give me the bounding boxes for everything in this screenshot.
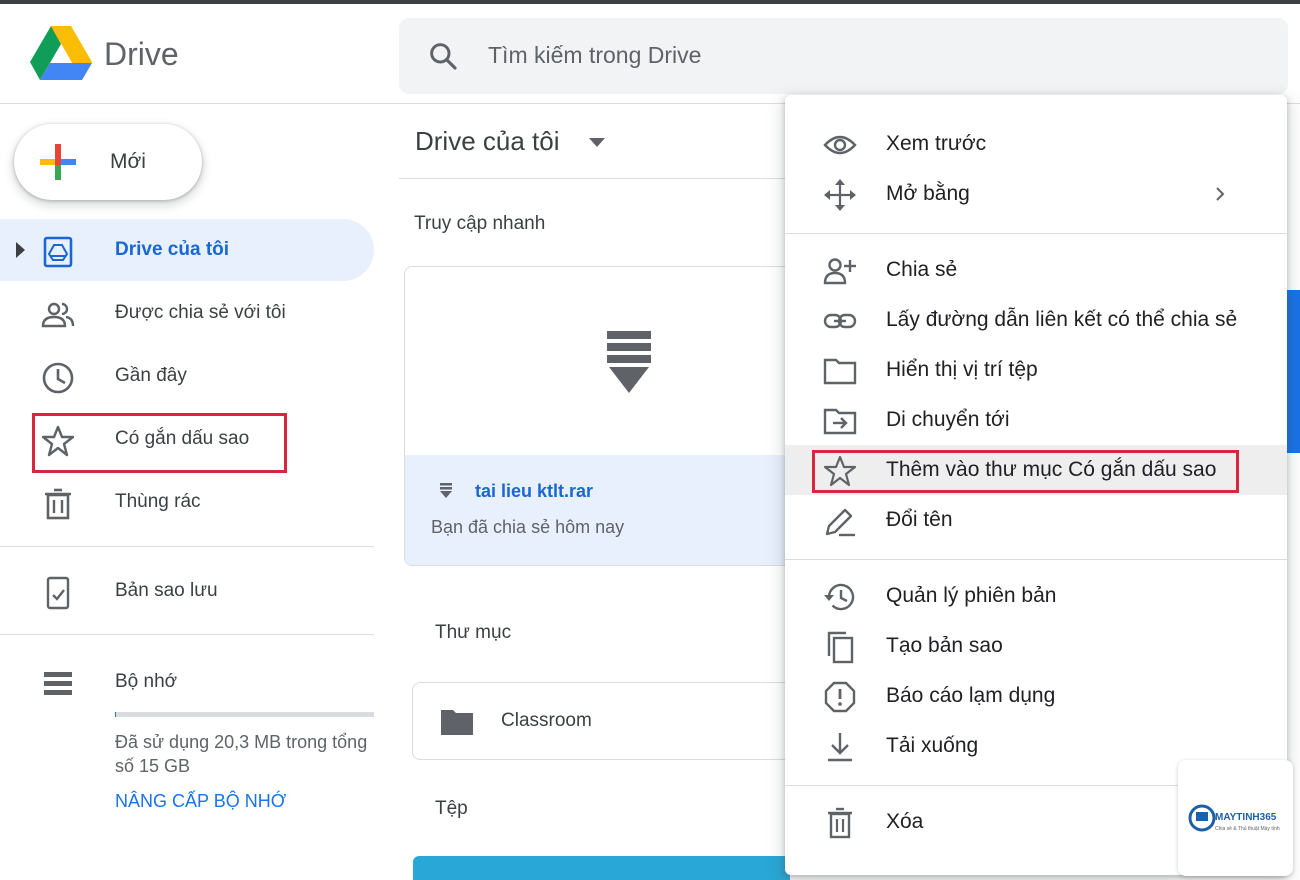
top-bar: Drive Tìm kiếm trong Drive	[0, 0, 1300, 104]
file-info: tai lieu ktlt.rar Bạn đã chia sẻ hôm nay	[405, 455, 793, 565]
menu-item-label: Tải xuống	[886, 734, 979, 757]
search-icon[interactable]	[427, 40, 459, 72]
watermark-name: MAYTINH365	[1215, 812, 1277, 823]
expand-caret-icon[interactable]	[16, 242, 25, 258]
upgrade-storage-link[interactable]: NÂNG CẤP BỘ NHỚ	[115, 791, 286, 812]
sidebar-item-label: Được chia sẻ với tôi	[115, 302, 286, 323]
file-thumbnail-preview[interactable]	[413, 856, 790, 880]
background-thumbnail-edge	[1287, 290, 1300, 453]
alert-icon	[824, 681, 856, 713]
context-menu: Xem trước Mở bằng Chia sẻ Lấy đường dẫn …	[785, 95, 1287, 875]
folders-label: Thư mục	[435, 622, 512, 643]
menu-item-make-copy[interactable]: Tạo bản sao	[785, 621, 1287, 671]
menu-item-label: Quản lý phiên bản	[886, 584, 1057, 607]
sidebar-item-my-drive[interactable]: Drive của tôi	[0, 219, 374, 281]
menu-item-move-to[interactable]: Di chuyển tới	[785, 395, 1287, 445]
backup-icon	[46, 576, 70, 610]
main-divider	[399, 178, 799, 179]
sidebar-item-trash[interactable]: Thùng rác	[0, 471, 374, 533]
my-drive-icon	[43, 236, 73, 268]
app-name: Drive	[104, 36, 179, 72]
quick-access-card[interactable]: tai lieu ktlt.rar Bạn đã chia sẻ hôm nay	[404, 266, 794, 566]
menu-item-get-link[interactable]: Lấy đường dẫn liên kết có thể chia sẻ	[785, 295, 1287, 345]
clock-icon	[42, 362, 74, 394]
shared-people-icon	[41, 302, 75, 328]
menu-item-report-abuse[interactable]: Báo cáo lạm dụng	[785, 671, 1287, 721]
move-to-folder-icon	[823, 408, 857, 435]
search-input[interactable]: Tìm kiếm trong Drive	[488, 42, 701, 69]
drive-logo-icon[interactable]	[30, 26, 92, 82]
storage-icon	[44, 672, 72, 695]
archive-file-icon	[440, 483, 452, 498]
menu-item-label: Đổi tên	[886, 508, 953, 531]
sidebar-item-label: Thùng rác	[115, 491, 201, 512]
sidebar-divider	[0, 546, 374, 547]
menu-item-rename[interactable]: Đổi tên	[785, 495, 1287, 545]
search-bar[interactable]: Tìm kiếm trong Drive	[399, 18, 1288, 94]
watermark-badge: MAYTINH365 Chia sẻ & Thủ thuật Máy tính	[1178, 760, 1293, 876]
history-icon	[824, 583, 855, 611]
sidebar-item-label: Gần đây	[115, 365, 187, 386]
menu-item-label: Xem trước	[886, 132, 987, 155]
storage-usage-text: Đã sử dụng 20,3 MB trong tổng số 15 GB	[115, 732, 368, 776]
sidebar-item-label: Bản sao lưu	[115, 580, 218, 601]
watermark-tagline: Chia sẻ & Thủ thuật Máy tính	[1215, 826, 1280, 832]
quick-access-label: Truy cập nhanh	[414, 213, 546, 234]
pencil-icon	[825, 508, 855, 537]
menu-item-show-location[interactable]: Hiển thị vị trí tệp	[785, 345, 1287, 395]
sidebar-item-backups[interactable]: Bản sao lưu	[0, 560, 374, 622]
folder-name: Classroom	[501, 710, 592, 731]
download-icon	[828, 733, 852, 762]
file-activity: Bạn đã chia sẻ hôm nay	[431, 517, 625, 537]
file-thumbnail	[405, 267, 793, 455]
menu-item-label: Chia sẻ	[886, 258, 958, 281]
sidebar-item-label: Bộ nhớ	[115, 671, 178, 692]
sidebar-item-label: Drive của tôi	[115, 239, 230, 260]
menu-item-label: Tạo bản sao	[886, 634, 1003, 657]
add-person-icon	[823, 258, 856, 285]
menu-item-label: Báo cáo lạm dụng	[886, 684, 1056, 707]
folder-item[interactable]: Classroom	[412, 682, 792, 760]
folder-icon	[823, 358, 857, 385]
chevron-right-icon	[1216, 187, 1225, 201]
sidebar-item-shared[interactable]: Được chia sẻ với tôi	[0, 282, 374, 344]
trash-icon	[828, 807, 852, 839]
files-label: Tệp	[435, 798, 468, 819]
move-arrows-icon	[824, 179, 856, 211]
eye-icon	[823, 135, 857, 155]
storage-usage-bar	[115, 712, 374, 717]
new-button-label: Mới	[110, 150, 146, 173]
menu-item-manage-versions[interactable]: Quản lý phiên bản	[785, 571, 1287, 621]
file-name: tai lieu ktlt.rar	[475, 481, 594, 501]
archive-file-icon	[607, 331, 651, 393]
menu-item-label: Di chuyển tới	[886, 408, 1010, 431]
menu-divider	[785, 233, 1287, 234]
menu-item-label: Hiển thị vị trí tệp	[886, 358, 1038, 381]
page-title[interactable]: Drive của tôi	[415, 126, 560, 157]
link-icon	[823, 313, 857, 329]
sidebar-item-recent[interactable]: Gần đây	[0, 345, 374, 407]
menu-item-label: Lấy đường dẫn liên kết có thể chia sẻ	[886, 308, 1238, 331]
sidebar-item-storage[interactable]: Bộ nhớ	[0, 651, 374, 713]
menu-item-preview[interactable]: Xem trước	[785, 119, 1287, 169]
copy-icon	[827, 631, 854, 664]
menu-item-share[interactable]: Chia sẻ	[785, 245, 1287, 295]
menu-item-label: Mở bằng	[886, 182, 970, 205]
menu-item-label: Xóa	[886, 810, 924, 833]
sidebar-divider	[0, 634, 374, 635]
menu-divider	[785, 559, 1287, 560]
folder-icon	[441, 710, 473, 735]
starred-menu-highlight-box	[812, 450, 1239, 493]
menu-item-open-with[interactable]: Mở bằng	[785, 169, 1287, 219]
starred-highlight-box	[32, 413, 287, 473]
plus-icon	[40, 144, 76, 180]
trash-icon	[45, 488, 71, 520]
new-button[interactable]: Mới	[14, 124, 202, 200]
dropdown-caret-icon[interactable]	[589, 138, 605, 147]
